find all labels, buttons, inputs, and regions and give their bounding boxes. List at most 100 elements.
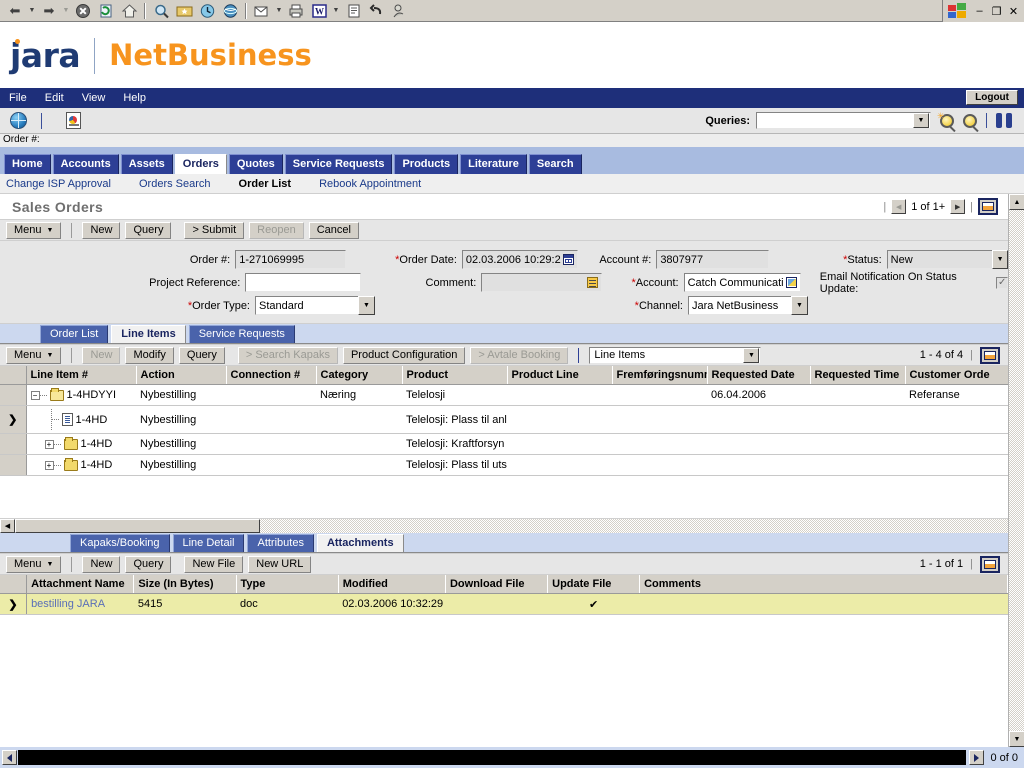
col-update-file[interactable]: Update File: [547, 575, 641, 594]
detail-tab-line-detail[interactable]: Line Detail: [172, 534, 245, 552]
messenger-icon[interactable]: [388, 1, 410, 21]
table-row[interactable]: + 1-4HD Nybestilling Telelosji: Kraftfor…: [0, 433, 1008, 455]
mail-icon[interactable]: [251, 1, 273, 21]
row-marker[interactable]: ❯: [0, 405, 27, 434]
scroll-down-icon[interactable]: ▼: [1009, 731, 1024, 747]
tab-quotes[interactable]: Quotes: [228, 154, 283, 174]
status-dropdown-icon[interactable]: ▼: [992, 250, 1008, 269]
tab-home[interactable]: Home: [4, 154, 51, 174]
cell-attachment-name[interactable]: bestilling JARA: [26, 593, 134, 615]
refresh-icon[interactable]: [95, 1, 117, 21]
col-customer-order[interactable]: Customer Orde: [905, 366, 1008, 385]
col-fremforing[interactable]: Fremføringsnumm: [612, 366, 708, 385]
menu-help[interactable]: Help: [114, 92, 155, 104]
email-notification-checkbox[interactable]: ✓: [996, 276, 1008, 289]
tab-products[interactable]: Products: [394, 154, 459, 174]
row-marker[interactable]: [0, 454, 27, 476]
scroll-up-icon[interactable]: ▲: [1009, 194, 1024, 210]
view-link-rebook-appointment[interactable]: Rebook Appointment: [319, 178, 421, 190]
attachments-menu-button[interactable]: Menu ▼: [6, 555, 62, 573]
line-items-hscrollbar[interactable]: ◀: [0, 518, 1008, 533]
scroll-right-icon[interactable]: [969, 750, 985, 765]
col-product-line[interactable]: Product Line: [507, 366, 613, 385]
col-attachment-name[interactable]: Attachment Name: [26, 575, 135, 594]
col-requested-date[interactable]: Requested Date: [707, 366, 811, 385]
tab-search[interactable]: Search: [528, 154, 582, 174]
print-icon[interactable]: [285, 1, 307, 21]
tab-accounts[interactable]: Accounts: [52, 154, 119, 174]
edit-dropdown-icon[interactable]: ▼: [331, 1, 341, 21]
minimize-button[interactable]: –: [971, 3, 988, 19]
detail-tab-attachments[interactable]: Attachments: [316, 534, 404, 552]
edit-word-icon[interactable]: W: [308, 1, 330, 21]
col-connection[interactable]: Connection #: [226, 366, 317, 385]
search-icon[interactable]: [150, 1, 172, 21]
tab-service-requests[interactable]: Service Requests: [284, 154, 393, 174]
project-reference-field[interactable]: [245, 273, 361, 292]
note-editor-icon[interactable]: [586, 277, 598, 288]
order-query-button[interactable]: Query: [125, 221, 172, 239]
order-submit-button[interactable]: > Submit: [184, 221, 245, 239]
product-configuration-button[interactable]: Product Configuration: [342, 346, 466, 364]
menu-file[interactable]: File: [0, 92, 36, 104]
account-field[interactable]: Catch Communication: [683, 273, 802, 292]
next-record-icon[interactable]: ▶: [950, 199, 966, 214]
table-row[interactable]: − 1-4HDYYI Nybestilling Næring Telelosji…: [0, 384, 1008, 406]
line-items-view-select[interactable]: Line Items ▼: [589, 346, 762, 364]
status-field[interactable]: New: [886, 250, 994, 269]
col-requested-time[interactable]: Requested Time: [810, 366, 906, 385]
col-download-file[interactable]: Download File: [445, 575, 549, 594]
site-map-icon[interactable]: [10, 112, 27, 129]
col-line-item[interactable]: Line Item #: [26, 366, 137, 385]
channels-icon[interactable]: [219, 1, 241, 21]
tree-expand-icon[interactable]: +: [44, 460, 54, 470]
prev-record-icon[interactable]: ◀: [891, 199, 907, 214]
view-link-order-list[interactable]: Order List: [239, 178, 292, 190]
attachment-name-link[interactable]: bestilling JARA: [31, 598, 105, 610]
detail-tab-attributes[interactable]: Attributes: [247, 534, 314, 552]
attachments-new-url-button[interactable]: New URL: [248, 555, 312, 573]
tab-literature[interactable]: Literature: [460, 154, 527, 174]
favorites-icon[interactable]: [173, 1, 195, 21]
order-cancel-button[interactable]: Cancel: [308, 221, 359, 239]
reports-icon[interactable]: [66, 112, 81, 129]
row-marker[interactable]: [0, 433, 27, 455]
detail-tab-kapaks-booking[interactable]: Kapaks/Booking: [70, 534, 170, 552]
columns-displayed-icon[interactable]: [980, 346, 1000, 364]
forward-icon[interactable]: ➡: [38, 1, 60, 21]
discuss-icon[interactable]: [342, 1, 364, 21]
col-category[interactable]: Category: [316, 366, 403, 385]
forward-dropdown-icon[interactable]: ▼: [61, 1, 71, 21]
columns-displayed-icon[interactable]: [978, 198, 998, 215]
order-date-field[interactable]: 02.03.2006 10:29:26: [461, 250, 578, 269]
attachments-new-file-button[interactable]: New File: [184, 555, 244, 573]
table-row[interactable]: ❯ 1-4HD Nybestilling Telelosji: Plass ti…: [0, 405, 1008, 434]
menu-edit[interactable]: Edit: [36, 92, 73, 104]
tab-orders[interactable]: Orders: [174, 154, 227, 174]
undo-icon[interactable]: [365, 1, 387, 21]
queries-input[interactable]: ▼: [756, 112, 931, 129]
inner-tab-service-requests[interactable]: Service Requests: [188, 325, 295, 343]
inner-tab-order-list[interactable]: Order List: [40, 325, 109, 343]
stop-icon[interactable]: [72, 1, 94, 21]
inner-tab-line-items[interactable]: Line Items: [111, 325, 186, 343]
close-button[interactable]: ✕: [1005, 3, 1022, 19]
tree-collapse-icon[interactable]: −: [30, 390, 40, 400]
back-dropdown-icon[interactable]: ▼: [27, 1, 37, 21]
channel-dropdown-icon[interactable]: ▼: [791, 296, 808, 315]
col-comments[interactable]: Comments: [639, 575, 1008, 594]
line-items-modify-button[interactable]: Modify: [125, 346, 174, 364]
calendar-icon[interactable]: [562, 254, 574, 265]
attachments-new-button[interactable]: New: [82, 555, 121, 573]
status-progress-track[interactable]: [18, 750, 967, 765]
col-action[interactable]: Action: [136, 366, 227, 385]
comment-field[interactable]: [481, 273, 602, 292]
menu-view[interactable]: View: [73, 92, 115, 104]
restore-button[interactable]: ❐: [988, 3, 1005, 19]
order-type-dropdown-icon[interactable]: ▼: [358, 296, 375, 315]
order-menu-button[interactable]: Menu ▼: [6, 221, 62, 239]
page-vscrollbar[interactable]: ▲ ▼: [1008, 194, 1024, 747]
order-type-field[interactable]: Standard: [255, 296, 359, 315]
new-query-icon[interactable]: ✳: [937, 111, 954, 128]
cell-update-file[interactable]: ✔: [547, 593, 640, 615]
